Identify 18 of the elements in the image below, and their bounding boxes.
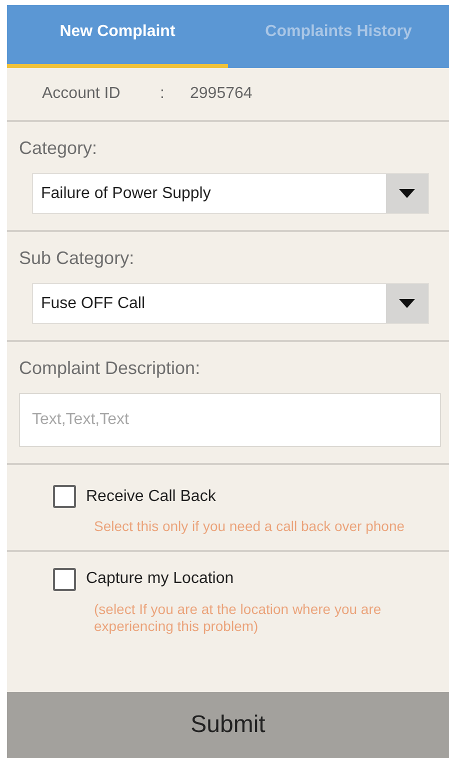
hint-text: Select this only if you need a call back over phone <box>94 518 406 536</box>
checkbox[interactable] <box>53 568 76 590</box>
checkbox[interactable] <box>53 485 76 508</box>
dropdown-arrow-icon <box>399 189 415 198</box>
description-field[interactable]: Text,Text,Text <box>19 393 441 447</box>
dropdown[interactable]: Fuse OFF Call <box>32 283 429 324</box>
field-label: Category: <box>19 138 98 159</box>
hint-text: (select If you are at the location where you are experiencing this problem) <box>94 600 382 636</box>
checkbox-label: Capture my Location <box>86 570 234 588</box>
dropdown-arrow-icon <box>399 299 415 308</box>
separator: : <box>160 85 166 103</box>
account-label: Account ID <box>42 85 122 103</box>
dropdown[interactable]: Failure of Power Supply <box>32 173 429 214</box>
submit-button[interactable]: Submit <box>7 692 449 758</box>
field-label: Sub Category: <box>19 248 136 269</box>
account-value: 2995764 <box>190 85 252 103</box>
checkbox-label: Receive Call Back <box>86 488 216 506</box>
field-label: Complaint Description: <box>19 358 202 379</box>
